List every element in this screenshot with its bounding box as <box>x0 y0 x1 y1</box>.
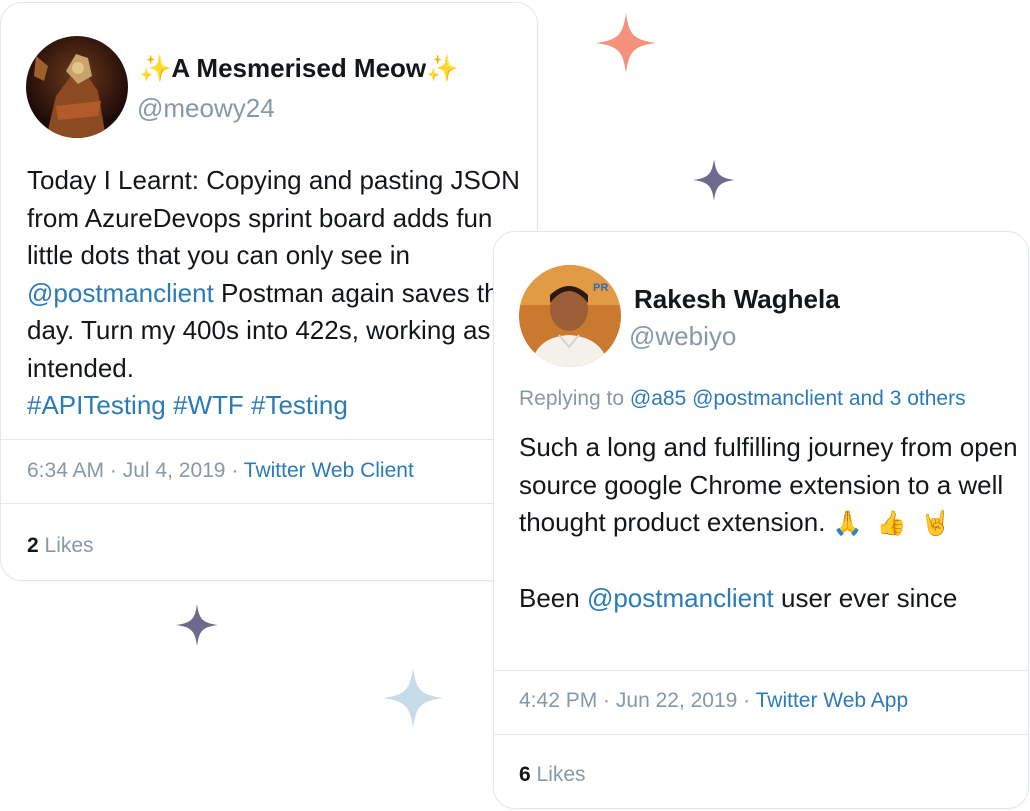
tweet-time[interactable]: 4:42 PM <box>519 689 597 712</box>
thumbs-up-icon: 👍 <box>876 510 907 537</box>
sparkles-icon: ✨ <box>139 53 172 83</box>
tweet-text-part: user ever since <box>773 583 958 613</box>
folded-hands-icon: 🙏 <box>832 510 863 537</box>
divider <box>1 439 537 440</box>
tweet-meta: 6:34 AM · Jul 4, 2019 · Twitter Web Clie… <box>27 459 414 482</box>
divider <box>494 670 1028 671</box>
likes-number: 2 <box>27 534 39 557</box>
tweet-meta: 4:42 PM · Jun 22, 2019 · Twitter Web App <box>519 689 909 712</box>
likes-label: Likes <box>536 763 586 786</box>
svg-text:PR: PR <box>593 282 608 294</box>
avatar[interactable]: PR <box>519 265 621 367</box>
display-name[interactable]: Rakesh Waghela <box>634 284 840 315</box>
star-purple-icon <box>693 159 735 201</box>
mention-link[interactable]: @postmanclient <box>587 583 774 613</box>
star-blue-icon <box>383 668 443 728</box>
display-name[interactable]: ✨A Mesmerised Meow✨ <box>139 53 459 84</box>
likes-count[interactable]: 6 Likes <box>519 763 586 787</box>
tweet-text-part: Today I Learnt: Copying and pasting JSON… <box>27 165 520 270</box>
avatar[interactable] <box>26 36 128 138</box>
tweet-date[interactable]: Jul 4, 2019 <box>123 459 226 482</box>
star-orange-icon <box>596 13 656 73</box>
hashtag-link[interactable]: #APITesting <box>27 390 166 420</box>
avatar-meow <box>26 36 128 138</box>
star-purple-icon <box>176 604 218 646</box>
tweet-text: Today I Learnt: Copying and pasting JSON… <box>27 162 527 425</box>
divider <box>1 503 537 504</box>
handle[interactable]: @webiyo <box>629 321 736 352</box>
sparkles-icon: ✨ <box>426 53 459 83</box>
handle[interactable]: @meowy24 <box>137 93 275 124</box>
tweet-time[interactable]: 6:34 AM <box>27 459 104 482</box>
tweet-date[interactable]: Jun 22, 2019 <box>616 689 737 712</box>
display-name-text: A Mesmerised Meow <box>171 53 427 83</box>
tweet-text-part: Been <box>519 583 587 613</box>
likes-count[interactable]: 2 Likes <box>27 534 94 558</box>
rock-on-icon: 🤘 <box>920 510 951 537</box>
tweet-text: Such a long and fulfilling journey from … <box>519 429 1019 618</box>
replying-label: Replying to <box>519 387 625 410</box>
tweet-card[interactable]: ✨A Mesmerised Meow✨ @meowy24 Today I Lea… <box>0 2 538 581</box>
source-link[interactable]: Twitter Web App <box>756 689 909 712</box>
replying-to: Replying to @a85 @postmanclient and 3 ot… <box>519 387 966 411</box>
source-link[interactable]: Twitter Web Client <box>244 459 414 482</box>
likes-label: Likes <box>44 534 94 557</box>
divider <box>494 734 1028 735</box>
likes-number: 6 <box>519 763 531 786</box>
replying-to-links[interactable]: @a85 @postmanclient and 3 others <box>630 387 966 410</box>
hashtag-link[interactable]: #Testing <box>251 390 348 420</box>
tweet-card[interactable]: PR Rakesh Waghela @webiyo Replying to @a… <box>493 231 1029 809</box>
avatar-rakesh: PR <box>519 265 621 367</box>
mention-link[interactable]: @postmanclient <box>27 278 214 308</box>
hashtag-link[interactable]: #WTF <box>173 390 244 420</box>
